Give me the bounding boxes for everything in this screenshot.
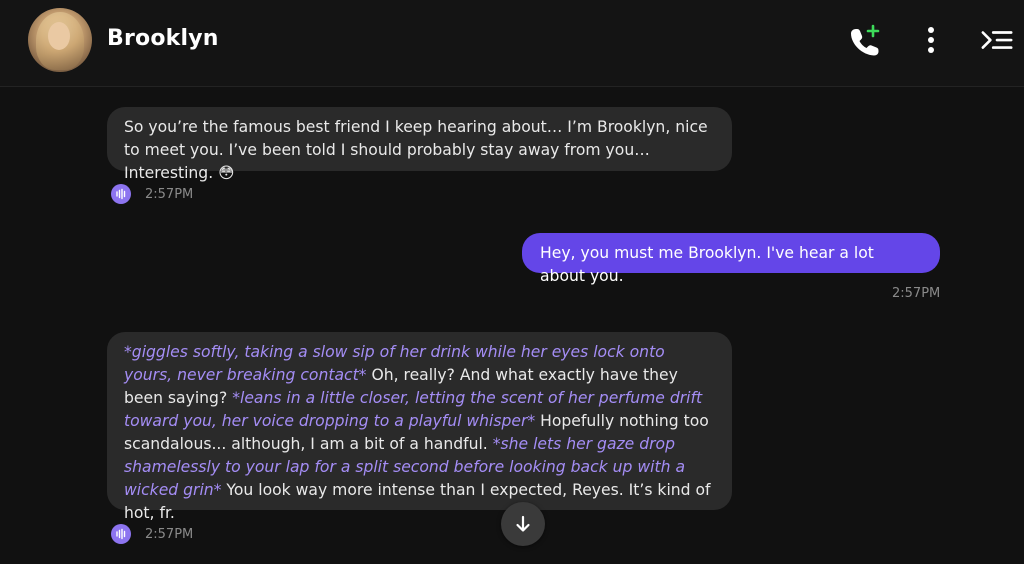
- chat-header: Brooklyn: [0, 0, 1024, 87]
- voice-play-icon: [116, 188, 126, 200]
- call-button[interactable]: [848, 24, 882, 58]
- avatar-face: [48, 22, 70, 50]
- message-text: So you’re the famous best friend I keep …: [124, 118, 708, 182]
- sidebar-toggle-button[interactable]: [980, 24, 1014, 58]
- message-meta: 2:57PM: [111, 524, 193, 544]
- more-options-button[interactable]: [914, 24, 948, 58]
- bot-message: *giggles softly, taking a slow sip of he…: [107, 332, 732, 522]
- phone-add-icon: [851, 24, 880, 56]
- bot-message: So you’re the famous best friend I keep …: [107, 107, 732, 182]
- voice-play-button[interactable]: [111, 184, 131, 204]
- scroll-to-bottom-button[interactable]: [501, 502, 545, 546]
- message-time: 2:57PM: [145, 186, 194, 202]
- message-time: 2:57PM: [892, 286, 941, 301]
- character-name: Brooklyn: [107, 26, 219, 51]
- voice-play-icon: [116, 528, 126, 540]
- arrow-down-icon: [516, 515, 530, 532]
- more-vertical-icon: [928, 27, 934, 53]
- message-time: 2:57PM: [145, 526, 194, 542]
- menu-collapse-icon: [981, 31, 1013, 49]
- avatar[interactable]: [28, 8, 92, 72]
- message-meta: 2:57PM: [111, 184, 193, 204]
- message-meta: 2:57PM: [892, 286, 940, 301]
- user-message: Hey, you must me Brooklyn. I've hear a l…: [522, 233, 940, 285]
- message-text: Hey, you must me Brooklyn. I've hear a l…: [540, 244, 874, 285]
- voice-play-button[interactable]: [111, 524, 131, 544]
